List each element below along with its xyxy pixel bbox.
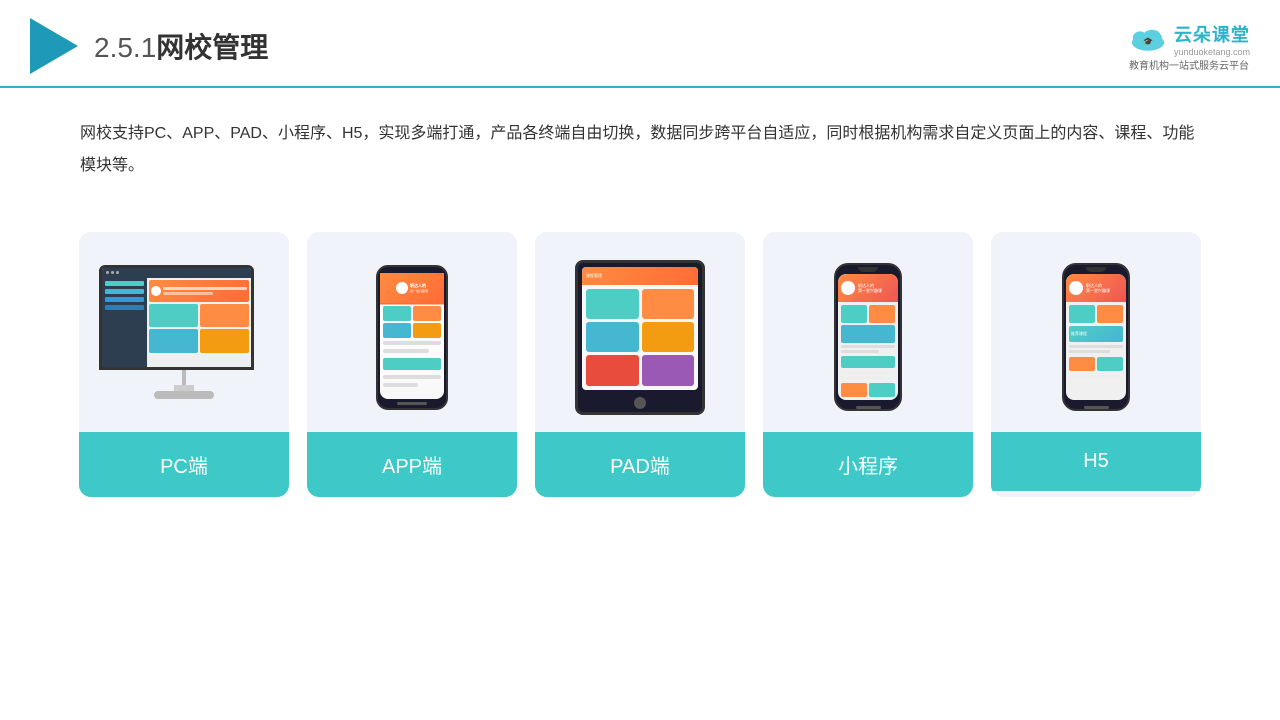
header-left: 2.5.1网校管理 bbox=[30, 18, 268, 74]
card-h5-image: 职达人的 第一堂兴趣课 推荐课程 bbox=[991, 232, 1201, 432]
brand-logo: 🎓 云朵课堂 yunduoketang.com bbox=[1128, 21, 1250, 57]
card-miniprogram-label: 小程序 bbox=[763, 432, 973, 497]
card-h5: 职达人的 第一堂兴趣课 推荐课程 bbox=[991, 232, 1201, 497]
card-miniprogram: 职达人的 第一堂兴趣课 bbox=[763, 232, 973, 497]
card-pc: PC端 bbox=[79, 232, 289, 497]
card-pad-label: PAD端 bbox=[535, 432, 745, 497]
header-right: 🎓 云朵课堂 yunduoketang.com 教育机构一站式服务云平台 bbox=[1128, 21, 1250, 72]
miniprogram-phone-icon: 职达人的 第一堂兴趣课 bbox=[834, 263, 902, 411]
description-text: 网校支持PC、APP、PAD、小程序、H5，实现多端打通，产品各终端自由切换，数… bbox=[0, 88, 1280, 192]
header: 2.5.1网校管理 🎓 云朵课堂 yunduoketang.com 教育机构一站… bbox=[0, 0, 1280, 88]
card-pad: 课程管理 PAD端 bbox=[535, 232, 745, 497]
card-h5-label: H5 bbox=[991, 432, 1201, 491]
logo-triangle-icon bbox=[30, 18, 78, 74]
cards-container: PC端 职达人的 第一堂兴趣课 bbox=[0, 202, 1280, 527]
card-pc-image bbox=[79, 232, 289, 432]
card-pad-image: 课程管理 bbox=[535, 232, 745, 432]
pad-tablet-icon: 课程管理 bbox=[575, 260, 705, 415]
title-number: 2.5.1 bbox=[94, 32, 156, 63]
pc-monitor-icon bbox=[99, 265, 269, 410]
app-phone-icon: 职达人的 第一堂兴趣课 bbox=[376, 265, 448, 410]
cloud-logo-icon: 🎓 bbox=[1128, 25, 1168, 53]
card-miniprogram-image: 职达人的 第一堂兴趣课 bbox=[763, 232, 973, 432]
brand-tagline: 教育机构一站式服务云平台 bbox=[1129, 57, 1249, 72]
svg-text:🎓: 🎓 bbox=[1143, 37, 1153, 46]
brand-url: yunduoketang.com bbox=[1174, 47, 1250, 57]
title-chinese: 网校管理 bbox=[156, 32, 268, 63]
brand-name-text: 云朵课堂 yunduoketang.com bbox=[1174, 21, 1250, 57]
description-paragraph: 网校支持PC、APP、PAD、小程序、H5，实现多端打通，产品各终端自由切换，数… bbox=[80, 118, 1200, 182]
card-pc-label: PC端 bbox=[79, 432, 289, 497]
h5-phone-icon: 职达人的 第一堂兴趣课 推荐课程 bbox=[1062, 263, 1130, 411]
card-app: 职达人的 第一堂兴趣课 bbox=[307, 232, 517, 497]
brand-name: 云朵课堂 bbox=[1174, 21, 1250, 47]
card-app-label: APP端 bbox=[307, 432, 517, 497]
page-title: 2.5.1网校管理 bbox=[94, 26, 268, 66]
card-app-image: 职达人的 第一堂兴趣课 bbox=[307, 232, 517, 432]
